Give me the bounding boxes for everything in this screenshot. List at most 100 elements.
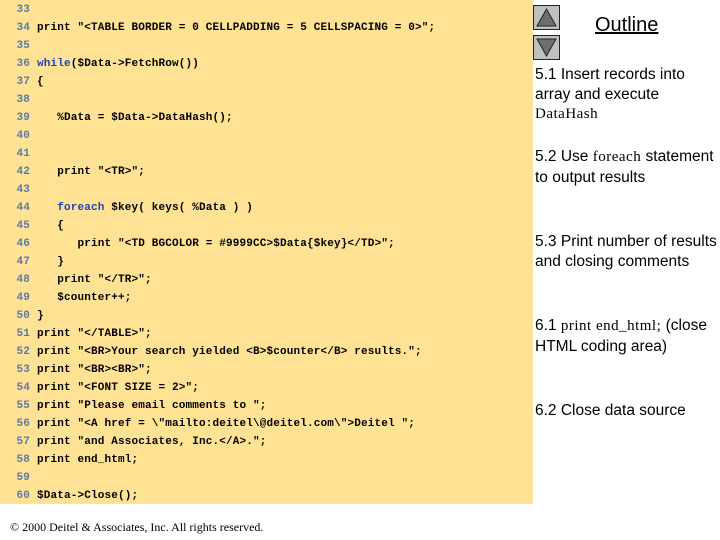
next-slide-button[interactable] bbox=[533, 35, 560, 60]
line-number: 42 bbox=[16, 166, 30, 178]
line-number: 45 bbox=[16, 220, 30, 232]
code-text: %Data = $Data->DataHash(); bbox=[57, 112, 233, 124]
code-line: 41 bbox=[0, 145, 37, 163]
code-text: print "Please email comments to "; bbox=[37, 400, 267, 412]
code-line: 37 { bbox=[0, 73, 44, 91]
line-number: 50 bbox=[16, 310, 30, 322]
code-line: 56 print "<A href = \"mailto:deitel\@deit… bbox=[0, 415, 415, 433]
line-number: 49 bbox=[16, 292, 30, 304]
code-line: 55 print "Please email comments to "; bbox=[0, 397, 267, 415]
code-line: 36 while($Data->FetchRow()) bbox=[0, 55, 199, 73]
code-text: } bbox=[37, 310, 44, 322]
code-line: 58 print end_html; bbox=[0, 451, 138, 469]
code-text: print "<FONT SIZE = 2>"; bbox=[37, 382, 200, 394]
line-number: 47 bbox=[16, 256, 30, 268]
code-line: 45 { bbox=[0, 217, 64, 235]
line-number: 35 bbox=[16, 40, 30, 52]
code-text: print "<BR><BR>"; bbox=[37, 364, 152, 376]
code-line: 44 foreach $key( keys( %Data ) ) bbox=[0, 199, 253, 217]
triangle-up-icon bbox=[536, 7, 557, 27]
code-text: print "</TR>"; bbox=[57, 274, 152, 286]
line-number: 53 bbox=[16, 364, 30, 376]
code-line: 60 $Data->Close(); bbox=[0, 487, 138, 505]
line-number: 51 bbox=[16, 328, 30, 340]
code-text: print "<TD BGCOLOR = #9999CC>$Data{$key}… bbox=[77, 238, 395, 250]
code-text: print "<TABLE BORDER = 0 CELLPADDING = 5… bbox=[37, 22, 436, 34]
code-line: 59 bbox=[0, 469, 37, 487]
outline-item-5-1: 5.1 Insert records into array and execut… bbox=[535, 65, 720, 125]
code-text: { bbox=[37, 76, 44, 88]
outline-item-6-2: 6.2 Close data source bbox=[535, 401, 720, 421]
outline-item-6-1: 6.1 print end_html; (close HTML coding a… bbox=[535, 316, 720, 356]
line-number: 56 bbox=[16, 418, 30, 430]
code-line: 39 %Data = $Data->DataHash(); bbox=[0, 109, 233, 127]
code-line: 46 print "<TD BGCOLOR = #9999CC>$Data{$k… bbox=[0, 235, 395, 253]
code-text: print "<TR>"; bbox=[57, 166, 146, 178]
outline-title[interactable]: Outline bbox=[595, 14, 658, 37]
code-text: print end_html; bbox=[37, 454, 139, 466]
code-text: $Data->Close(); bbox=[37, 490, 139, 502]
line-number: 40 bbox=[16, 130, 30, 142]
line-number: 37 bbox=[16, 76, 30, 88]
outline-text: 6.2 Close data source bbox=[535, 402, 686, 419]
code-text: } bbox=[57, 256, 65, 268]
line-number: 55 bbox=[16, 400, 30, 412]
code-text: $key( keys( %Data ) ) bbox=[104, 202, 254, 214]
line-number: 58 bbox=[16, 454, 30, 466]
code-line: 40 bbox=[0, 127, 37, 145]
line-number: 33 bbox=[16, 4, 30, 16]
outline-text: 6.1 bbox=[535, 317, 561, 334]
code-line: 54 print "<FONT SIZE = 2>"; bbox=[0, 379, 199, 397]
outline-text: 5.1 Insert records into array and execut… bbox=[535, 66, 685, 103]
code-line: 52 print "<BR>Your search yielded <B>$cou… bbox=[0, 343, 422, 361]
code-line: 48 print "</TR>"; bbox=[0, 271, 152, 289]
line-number: 48 bbox=[16, 274, 30, 286]
copyright-footer: © 2000 Deitel & Associates, Inc. All rig… bbox=[10, 520, 264, 534]
code-line: 35 bbox=[0, 37, 37, 55]
code-line: 47 } bbox=[0, 253, 64, 271]
code-line: 53 print "<BR><BR>"; bbox=[0, 361, 152, 379]
code-line: 42 print "<TR>"; bbox=[0, 163, 145, 181]
code-text: print "</TABLE>"; bbox=[37, 328, 152, 340]
line-number: 54 bbox=[16, 382, 30, 394]
line-number: 52 bbox=[16, 346, 30, 358]
code-line: 51 print "</TABLE>"; bbox=[0, 325, 152, 343]
code-text: { bbox=[57, 220, 65, 232]
line-number: 43 bbox=[16, 184, 30, 196]
code-line: 34 print "<TABLE BORDER = 0 CELLPADDING =… bbox=[0, 19, 435, 37]
outline-code: foreach bbox=[592, 149, 642, 165]
code-text: $counter++; bbox=[57, 292, 132, 304]
outline-item-5-2: 5.2 Use foreach statement to output resu… bbox=[535, 147, 720, 187]
outline-text: 5.3 Print number of results and closing … bbox=[535, 233, 717, 270]
line-number: 46 bbox=[16, 238, 30, 250]
code-text: print "and Associates, Inc.</A>."; bbox=[37, 436, 267, 448]
code-keyword: while bbox=[37, 58, 71, 70]
outline-code: DataHash bbox=[535, 106, 599, 122]
outline-item-5-3: 5.3 Print number of results and closing … bbox=[535, 232, 720, 271]
code-text: print "<BR>Your search yielded <B>$count… bbox=[37, 346, 422, 358]
code-line: 43 bbox=[0, 181, 37, 199]
code-line: 33 bbox=[0, 1, 37, 19]
line-number: 44 bbox=[16, 202, 30, 214]
previous-slide-button[interactable] bbox=[533, 5, 560, 30]
code-line: 50} bbox=[0, 307, 44, 325]
code-keyword: foreach bbox=[57, 202, 105, 214]
line-number: 34 bbox=[16, 22, 30, 34]
line-number: 36 bbox=[16, 58, 30, 70]
triangle-down-icon bbox=[536, 38, 557, 58]
line-number: 38 bbox=[16, 94, 30, 106]
code-line: 57 print "and Associates, Inc.</A>."; bbox=[0, 433, 267, 451]
line-number: 39 bbox=[16, 112, 30, 124]
code-line: 49 $counter++; bbox=[0, 289, 132, 307]
code-line: 38 bbox=[0, 91, 37, 109]
line-number: 41 bbox=[16, 148, 30, 160]
line-number: 60 bbox=[16, 490, 30, 502]
